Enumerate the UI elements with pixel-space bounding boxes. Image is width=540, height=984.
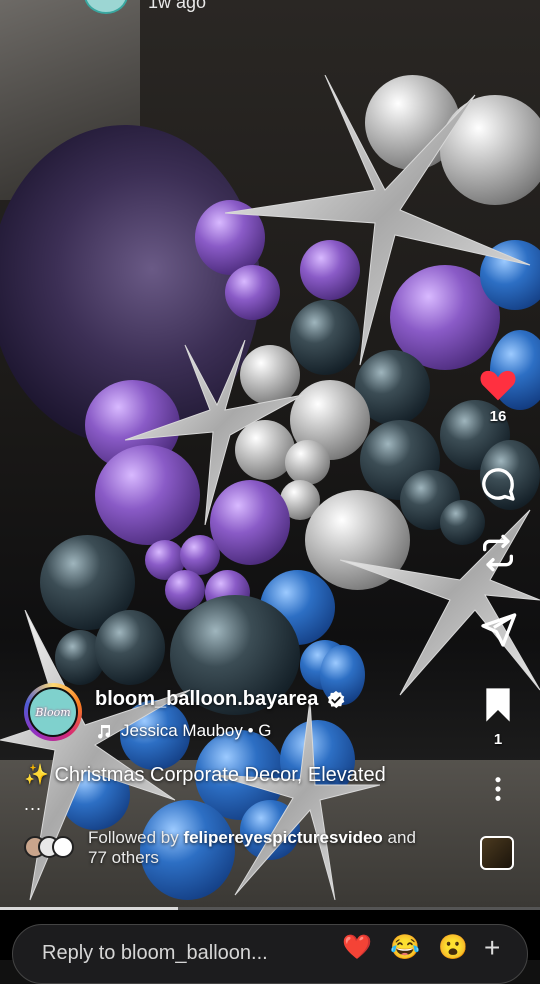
author-avatar[interactable]: Bloom: [24, 683, 82, 741]
heart-icon[interactable]: [478, 366, 518, 402]
balloon: [180, 535, 220, 575]
quick-reaction-wow[interactable]: 😮: [438, 936, 468, 960]
more-horizontal-icon[interactable]: •: [486, 0, 493, 9]
follower-avatar: [52, 836, 74, 858]
reply-placeholder[interactable]: Reply to bloom_balloon...: [42, 942, 268, 965]
music-note-icon: [98, 725, 111, 739]
like-count: 16: [489, 408, 507, 425]
audio-thumbnail[interactable]: [480, 836, 514, 870]
caption-text: Christmas Corporate Decor, Elevated: [54, 764, 386, 786]
quick-reaction-laugh[interactable]: 😂: [390, 936, 420, 960]
repost-icon[interactable]: [478, 533, 518, 573]
save-count: 1: [493, 731, 503, 748]
repost-button[interactable]: [473, 533, 523, 573]
music-row[interactable]: Jessica Mauboy • G: [95, 721, 272, 741]
quick-reaction-heart[interactable]: ❤️: [342, 936, 372, 960]
followed-by[interactable]: Followed by felipereyespicturesvideo and…: [24, 828, 416, 868]
bookmark-icon[interactable]: [478, 685, 518, 725]
followed-by-prefix: Followed by: [88, 828, 184, 847]
followed-by-others: 77 others: [88, 848, 159, 867]
foil-star: [340, 509, 540, 696]
followed-by-text: Followed by felipereyespicturesvideo and…: [88, 828, 416, 868]
follower-avatars: [24, 836, 76, 860]
verified-badge-icon: [328, 690, 345, 708]
comment-button[interactable]: [473, 464, 523, 504]
music-label: Jessica Mauboy • G: [121, 721, 272, 740]
caption-more[interactable]: ...: [24, 794, 42, 815]
author-row: bloom_balloon.bayarea: [95, 688, 346, 711]
post-time: 1w ago: [148, 0, 207, 12]
foil-star: [225, 75, 531, 366]
more-button[interactable]: [473, 775, 523, 803]
send-icon[interactable]: [478, 610, 518, 650]
author-avatar-image: Bloom: [28, 687, 78, 737]
author-username[interactable]: bloom_balloon.bayarea: [95, 688, 318, 711]
follower-name[interactable]: felipereyespicturesvideo: [183, 828, 382, 847]
plus-icon[interactable]: +: [484, 934, 500, 962]
caption[interactable]: ✨ Christmas Corporate Decor, Elevated: [24, 762, 386, 787]
foil-star: [125, 340, 304, 525]
sparkle-icon: ✨: [24, 764, 49, 786]
more-vertical-icon[interactable]: [488, 775, 508, 803]
brand-logo: Bloom: [35, 705, 71, 719]
comment-icon[interactable]: [478, 464, 518, 504]
like-button[interactable]: 16: [473, 366, 523, 425]
followed-by-suffix: and: [382, 828, 416, 847]
share-button[interactable]: [473, 610, 523, 650]
save-button[interactable]: 1: [473, 685, 523, 748]
